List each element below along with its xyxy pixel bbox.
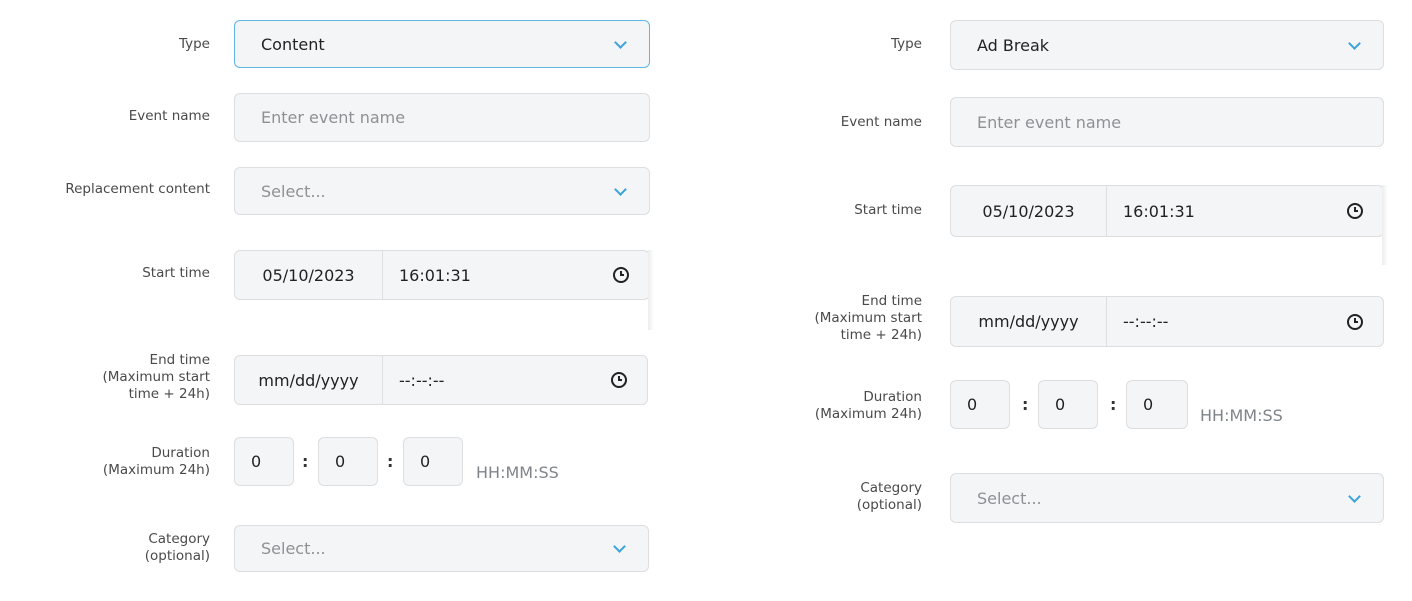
event-name-placeholder: Enter event name [261, 108, 406, 127]
replacement-content-value: Select... [261, 181, 326, 201]
end-time-label: End time (Maximum start time + 24h) [102, 352, 210, 403]
chevron-down-icon [614, 35, 627, 49]
end-time-label-hint: (Maximum start [102, 369, 210, 385]
start-time-input[interactable]: 16:01:31 [383, 266, 613, 285]
end-time-input[interactable]: --:--:-- [1107, 312, 1347, 331]
start-date-input[interactable]: 05/10/2023 [235, 251, 383, 299]
event-name-input[interactable]: Enter event name [950, 97, 1384, 147]
duration-label-hint: (Maximum 24h) [814, 406, 922, 422]
duration-seconds-input[interactable]: 0 [1126, 380, 1188, 429]
category-label-hint: (optional) [144, 548, 210, 564]
end-time-label-hint-2: time + 24h) [128, 386, 210, 402]
duration-format-hint: HH:MM:SS [476, 463, 559, 482]
category-select-value: Select... [977, 488, 1042, 508]
end-time-input[interactable]: --:--:-- [383, 371, 611, 390]
end-time-label-title: End time [149, 352, 210, 368]
type-label: Type [890, 36, 922, 52]
duration-seconds-input[interactable]: 0 [403, 437, 463, 486]
start-time-picker: 05/10/2023 16:01:31 [234, 250, 650, 300]
duration-separator: : [387, 452, 394, 471]
duration-label-hint: (Maximum 24h) [102, 462, 210, 478]
duration-minutes-input[interactable]: 0 [1038, 380, 1098, 429]
duration-hours-input[interactable]: 0 [950, 380, 1010, 429]
type-select[interactable]: Content [234, 20, 650, 68]
clock-icon[interactable] [1347, 203, 1363, 219]
duration-format-hint: HH:MM:SS [1200, 406, 1283, 425]
event-name-placeholder: Enter event name [977, 112, 1122, 132]
chevron-down-icon [613, 540, 626, 553]
start-time-label: Start time [854, 202, 922, 218]
duration-hours-input[interactable]: 0 [234, 437, 294, 486]
category-select[interactable]: Select... [234, 525, 649, 572]
duration-minutes-input[interactable]: 0 [318, 437, 378, 486]
category-select[interactable]: Select... [950, 473, 1384, 523]
duration-separator: : [302, 452, 309, 471]
event-name-label: Event name [128, 108, 210, 124]
content-event-form: Type Content Event name Enter event name… [0, 0, 660, 601]
duration-label-title: Duration [863, 389, 922, 405]
chevron-down-icon [614, 182, 627, 196]
end-date-input[interactable]: mm/dd/yyyy [951, 297, 1107, 346]
category-label-hint: (optional) [856, 497, 922, 513]
event-name-input[interactable]: Enter event name [234, 93, 650, 142]
end-time-label-hint: (Maximum start [814, 310, 922, 326]
ad-break-event-form: Type Ad Break Event name Enter event nam… [716, 0, 1412, 601]
scroll-shadow [1382, 185, 1388, 265]
start-time-picker: 05/10/2023 16:01:31 [950, 185, 1384, 237]
type-select[interactable]: Ad Break [950, 20, 1384, 70]
clock-icon[interactable] [611, 372, 627, 388]
replacement-content-select[interactable]: Select... [234, 167, 650, 215]
end-time-picker: mm/dd/yyyy --:--:-- [234, 355, 648, 405]
clock-icon[interactable] [1347, 313, 1363, 330]
type-select-value: Ad Break [977, 35, 1050, 55]
type-label: Type [178, 36, 210, 52]
category-label: Category (optional) [145, 531, 210, 565]
start-time-input[interactable]: 16:01:31 [1107, 202, 1347, 221]
end-time-label-title: End time [861, 293, 922, 309]
clock-icon[interactable] [613, 267, 629, 283]
duration-separator: : [1022, 395, 1029, 414]
type-select-value: Content [261, 34, 325, 54]
duration-label: Duration (Maximum 24h) [815, 389, 922, 423]
chevron-down-icon [1348, 36, 1361, 50]
end-time-label: End time (Maximum start time + 24h) [814, 293, 922, 344]
chevron-down-icon [1348, 489, 1361, 503]
event-name-label: Event name [840, 114, 922, 130]
category-select-value: Select... [261, 539, 326, 558]
start-time-label: Start time [142, 265, 210, 281]
category-label: Category (optional) [857, 480, 922, 514]
duration-label-title: Duration [151, 445, 210, 461]
replacement-content-label: Replacement content [65, 181, 210, 197]
duration-label: Duration (Maximum 24h) [103, 445, 210, 479]
end-date-input[interactable]: mm/dd/yyyy [235, 356, 383, 404]
end-time-label-hint-2: time + 24h) [840, 327, 922, 343]
category-label-title: Category [860, 480, 922, 496]
duration-separator: : [1110, 395, 1117, 414]
category-label-title: Category [148, 531, 210, 547]
scroll-shadow [648, 250, 654, 330]
start-date-input[interactable]: 05/10/2023 [951, 186, 1107, 236]
end-time-picker: mm/dd/yyyy --:--:-- [950, 296, 1384, 347]
